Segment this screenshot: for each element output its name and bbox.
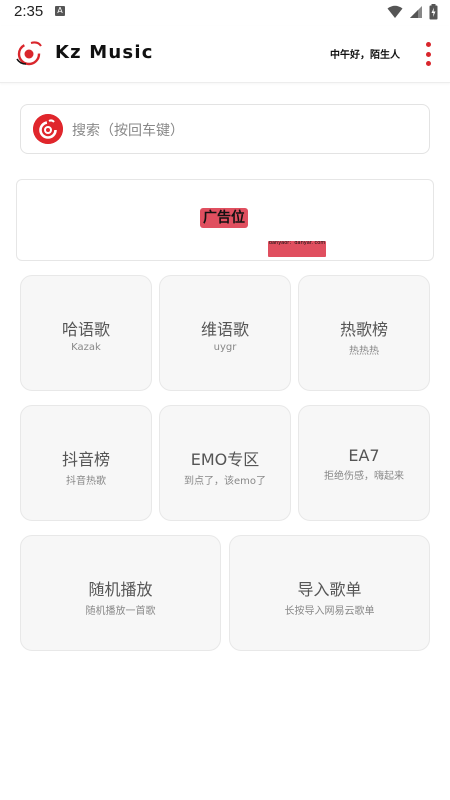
tile-subtitle: Kazak (71, 342, 101, 353)
greeting-text: 中午好，陌生人 (330, 50, 400, 61)
tile-subtitle: 随机播放一首歌 (85, 606, 156, 617)
app-title: Kz Music (55, 42, 154, 63)
tile-title: 哈语歌 (61, 320, 110, 339)
tile-emo-zone[interactable]: EMO专区 到点了，该emo了 (159, 405, 291, 521)
more-menu-icon[interactable] (424, 42, 432, 66)
tile-subtitle: 拒绝伤感，嗨起来 (324, 471, 404, 482)
tile-title: 热歌榜 (339, 320, 388, 339)
tile-title: 导入歌单 (297, 580, 362, 599)
tile-subtitle: 抖音热歌 (66, 476, 106, 487)
tile-title: 抖音榜 (61, 450, 110, 469)
tile-subtitle: uygr (213, 342, 237, 353)
status-bar: 2:35 A (0, 0, 450, 26)
battery-charging-icon (429, 4, 438, 20)
tile-uyghur-songs[interactable]: 维语歌 uygr (159, 275, 291, 391)
wifi-icon (387, 5, 403, 18)
tile-subtitle: 热热热 (349, 346, 379, 357)
ad-label: 广告位 (200, 208, 248, 228)
app-bar: Kz Music 中午好，陌生人 (0, 26, 450, 83)
tile-hot-songs-chart[interactable]: 热歌榜 热热热 (298, 275, 430, 391)
search-input[interactable]: 搜索（按回车键） (20, 104, 430, 154)
menu-dot (425, 51, 431, 57)
menu-dot (425, 61, 431, 66)
ad-banner[interactable]: 广告位 danyaor：danyar. com (16, 179, 434, 261)
signal-icon (410, 6, 422, 18)
tile-subtitle: 到点了，该emo了 (183, 476, 266, 487)
tile-douyin-chart[interactable]: 抖音榜 抖音热歌 (20, 405, 152, 521)
app-logo-icon (16, 41, 42, 66)
tile-ea7[interactable]: EA7 拒绝伤感，嗨起来 (298, 405, 430, 521)
status-icons (387, 4, 438, 20)
tile-title: EA7 (348, 446, 380, 465)
tile-kazak-songs[interactable]: 哈语歌 Kazak (20, 275, 152, 391)
menu-dot (425, 42, 431, 47)
netease-music-icon (33, 114, 63, 144)
tile-title: 随机播放 (88, 580, 153, 599)
tile-random-play[interactable]: 随机播放 随机播放一首歌 (20, 535, 221, 651)
search-placeholder: 搜索（按回车键） (72, 123, 184, 139)
tile-title: EMO专区 (190, 450, 260, 469)
status-time: 2:35 (14, 3, 44, 20)
notification-icon: A (55, 6, 65, 16)
tile-import-playlist[interactable]: 导入歌单 长按导入网易云歌单 (229, 535, 430, 651)
tile-subtitle: 长按导入网易云歌单 (284, 606, 375, 617)
tile-title: 维语歌 (200, 320, 249, 339)
ad-sub-text: danyaor：danyar. com (268, 241, 326, 257)
